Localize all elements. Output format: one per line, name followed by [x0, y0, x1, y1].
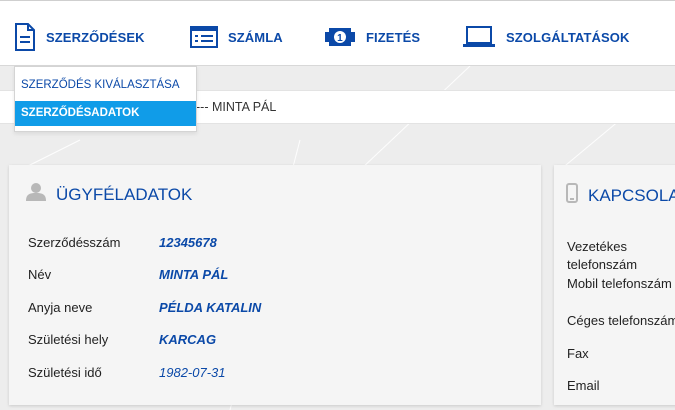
- nav-item-invoice[interactable]: SZÁMLA: [190, 22, 283, 52]
- payment-coin-icon: 1: [324, 27, 356, 47]
- contact-card: KAPCSOLA Vezetékes telefonszám Mobil tel…: [554, 165, 675, 405]
- nav-item-contracts[interactable]: SZERZŐDÉSEK: [14, 22, 145, 52]
- contracts-dropdown-menu: SZERZŐDÉS KIVÁLASZTÁSA SZERZŐDÉSADATOK: [14, 66, 197, 132]
- menu-item-contract-data[interactable]: SZERZŐDÉSADATOK: [15, 101, 196, 126]
- landline-phone-label: Vezetékes telefonszám: [567, 239, 638, 272]
- nav-item-payment-label: FIZETÉS: [366, 29, 421, 45]
- nav-item-payment[interactable]: 1 FIZETÉS: [324, 22, 420, 52]
- birth-place-value: KARCAG: [159, 332, 217, 347]
- birth-date-value: 1982-07-31: [159, 365, 226, 380]
- document-icon: [14, 23, 36, 51]
- mobile-phone-icon: [566, 183, 578, 208]
- client-card-title: ÜGYFÉLADATOK: [26, 183, 192, 206]
- user-icon: [26, 183, 46, 206]
- breadcrumb: --- MINTA PÁL: [196, 100, 277, 114]
- invoice-list-icon: [190, 26, 218, 48]
- fax-label: Fax: [567, 346, 589, 361]
- menu-item-select-contract[interactable]: SZERZŐDÉS KIVÁLASZTÁSA: [15, 73, 198, 98]
- nav-item-contracts-label: SZERZŐDÉSEK: [46, 29, 145, 45]
- birth-date-label: Születési idő: [28, 365, 102, 380]
- email-label: Email: [567, 378, 600, 393]
- mother-name-value: PÉLDA KATALIN: [159, 300, 262, 315]
- contact-card-title: KAPCSOLA: [566, 183, 675, 208]
- nav-item-services-label: SZOLGÁLTATÁSOK: [506, 29, 630, 45]
- mobile-phone-label: Mobil telefonszám: [567, 276, 672, 291]
- client-data-card: ÜGYFÉLADATOK Szerződésszám 12345678 Név …: [9, 165, 541, 405]
- company-phone-label: Céges telefonszám: [567, 313, 675, 328]
- name-label: Név: [28, 267, 52, 282]
- contract-number-value: 12345678: [159, 235, 217, 250]
- top-navigation: SZERZŐDÉSEK SZÁMLA 1 FIZETÉS SZOLGÁLTATÁ…: [0, 0, 675, 66]
- nav-item-services[interactable]: SZOLGÁLTATÁSOK: [462, 22, 629, 52]
- laptop-icon: [462, 26, 496, 48]
- svg-text:1: 1: [337, 33, 343, 44]
- nav-item-invoice-label: SZÁMLA: [228, 29, 283, 45]
- contact-card-title-text: KAPCSOLA: [588, 185, 675, 205]
- name-value: MINTA PÁL: [159, 267, 229, 282]
- client-card-title-text: ÜGYFÉLADATOK: [56, 184, 193, 204]
- mother-name-label: Anyja neve: [28, 300, 93, 315]
- birth-place-label: Születési hely: [28, 332, 109, 347]
- contract-number-label: Szerződésszám: [28, 235, 121, 250]
